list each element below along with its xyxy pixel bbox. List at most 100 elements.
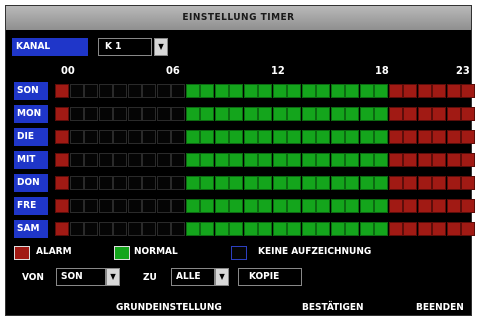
schedule-cell[interactable] xyxy=(432,176,446,190)
schedule-cell[interactable] xyxy=(345,199,359,213)
schedule-cell[interactable] xyxy=(200,222,214,236)
schedule-cell[interactable] xyxy=(142,153,156,167)
schedule-cell[interactable] xyxy=(403,153,417,167)
schedule-cell[interactable] xyxy=(446,130,461,144)
schedule-cell[interactable] xyxy=(301,107,316,121)
schedule-cell[interactable] xyxy=(142,130,156,144)
schedule-cell[interactable] xyxy=(127,130,142,144)
schedule-cell[interactable] xyxy=(98,107,113,121)
schedule-cell[interactable] xyxy=(446,199,461,213)
schedule-cell[interactable] xyxy=(229,84,243,98)
schedule-cell[interactable] xyxy=(69,84,84,98)
schedule-cell[interactable] xyxy=(287,84,301,98)
schedule-cell[interactable] xyxy=(316,222,330,236)
schedule-cell[interactable] xyxy=(403,176,417,190)
schedule-cell[interactable] xyxy=(287,153,301,167)
schedule-cell[interactable] xyxy=(446,176,461,190)
schedule-cell[interactable] xyxy=(272,222,287,236)
schedule-cell[interactable] xyxy=(113,199,127,213)
schedule-cell[interactable] xyxy=(345,153,359,167)
schedule-cell[interactable] xyxy=(330,130,345,144)
schedule-cell[interactable] xyxy=(113,107,127,121)
schedule-cell[interactable] xyxy=(229,107,243,121)
schedule-cell[interactable] xyxy=(69,199,84,213)
schedule-cell[interactable] xyxy=(84,84,98,98)
schedule-cell[interactable] xyxy=(301,176,316,190)
exit-button[interactable]: BEENDEN xyxy=(416,302,464,313)
schedule-cell[interactable] xyxy=(258,199,272,213)
schedule-cell[interactable] xyxy=(98,153,113,167)
schedule-cell[interactable] xyxy=(359,130,374,144)
channel-value[interactable]: K 1 xyxy=(98,38,152,56)
schedule-cell[interactable] xyxy=(272,107,287,121)
schedule-cell[interactable] xyxy=(432,153,446,167)
schedule-cell[interactable] xyxy=(185,199,200,213)
schedule-cell[interactable] xyxy=(142,107,156,121)
schedule-cell[interactable] xyxy=(113,222,127,236)
schedule-cell[interactable] xyxy=(156,176,171,190)
schedule-cell[interactable] xyxy=(403,107,417,121)
schedule-cell[interactable] xyxy=(446,84,461,98)
schedule-cell[interactable] xyxy=(388,222,403,236)
schedule-cell[interactable] xyxy=(142,176,156,190)
schedule-cell[interactable] xyxy=(316,84,330,98)
schedule-cell[interactable] xyxy=(345,222,359,236)
chevron-down-icon[interactable]: ▼ xyxy=(215,268,229,286)
schedule-cell[interactable] xyxy=(432,222,446,236)
schedule-cell[interactable] xyxy=(55,199,69,213)
schedule-cell[interactable] xyxy=(113,176,127,190)
to-select[interactable]: ALLE xyxy=(171,268,215,286)
schedule-cell[interactable] xyxy=(171,153,185,167)
schedule-cell[interactable] xyxy=(374,222,388,236)
chevron-down-icon[interactable]: ▼ xyxy=(106,268,120,286)
schedule-cell[interactable] xyxy=(142,84,156,98)
schedule-cell[interactable] xyxy=(374,107,388,121)
schedule-cell[interactable] xyxy=(345,176,359,190)
schedule-cell[interactable] xyxy=(359,153,374,167)
schedule-cell[interactable] xyxy=(461,222,475,236)
schedule-cell[interactable] xyxy=(243,107,258,121)
schedule-cell[interactable] xyxy=(403,84,417,98)
schedule-cell[interactable] xyxy=(374,176,388,190)
schedule-cell[interactable] xyxy=(461,107,475,121)
schedule-cell[interactable] xyxy=(84,222,98,236)
schedule-cell[interactable] xyxy=(84,176,98,190)
schedule-cell[interactable] xyxy=(127,84,142,98)
schedule-cell[interactable] xyxy=(417,84,432,98)
schedule-cell[interactable] xyxy=(258,176,272,190)
chevron-down-icon[interactable]: ▼ xyxy=(154,38,168,56)
schedule-cell[interactable] xyxy=(127,107,142,121)
schedule-cell[interactable] xyxy=(316,176,330,190)
schedule-cell[interactable] xyxy=(287,222,301,236)
schedule-cell[interactable] xyxy=(229,176,243,190)
schedule-cell[interactable] xyxy=(229,199,243,213)
schedule-cell[interactable] xyxy=(156,199,171,213)
schedule-cell[interactable] xyxy=(432,130,446,144)
schedule-cell[interactable] xyxy=(69,153,84,167)
schedule-cell[interactable] xyxy=(388,130,403,144)
schedule-cell[interactable] xyxy=(272,199,287,213)
schedule-cell[interactable] xyxy=(330,199,345,213)
copy-button[interactable]: KOPIE xyxy=(238,268,302,286)
schedule-cell[interactable] xyxy=(200,107,214,121)
schedule-cell[interactable] xyxy=(171,130,185,144)
schedule-cell[interactable] xyxy=(200,153,214,167)
schedule-cell[interactable] xyxy=(156,130,171,144)
schedule-cell[interactable] xyxy=(461,84,475,98)
schedule-cell[interactable] xyxy=(171,176,185,190)
schedule-cell[interactable] xyxy=(55,222,69,236)
schedule-cell[interactable] xyxy=(243,199,258,213)
schedule-cell[interactable] xyxy=(171,107,185,121)
schedule-cell[interactable] xyxy=(98,222,113,236)
schedule-cell[interactable] xyxy=(156,107,171,121)
schedule-cell[interactable] xyxy=(388,153,403,167)
schedule-cell[interactable] xyxy=(200,130,214,144)
schedule-cell[interactable] xyxy=(388,199,403,213)
schedule-cell[interactable] xyxy=(330,84,345,98)
schedule-cell[interactable] xyxy=(301,130,316,144)
schedule-cell[interactable] xyxy=(258,84,272,98)
schedule-cell[interactable] xyxy=(432,84,446,98)
from-select[interactable]: SON xyxy=(56,268,106,286)
schedule-cell[interactable] xyxy=(258,222,272,236)
schedule-cell[interactable] xyxy=(417,176,432,190)
